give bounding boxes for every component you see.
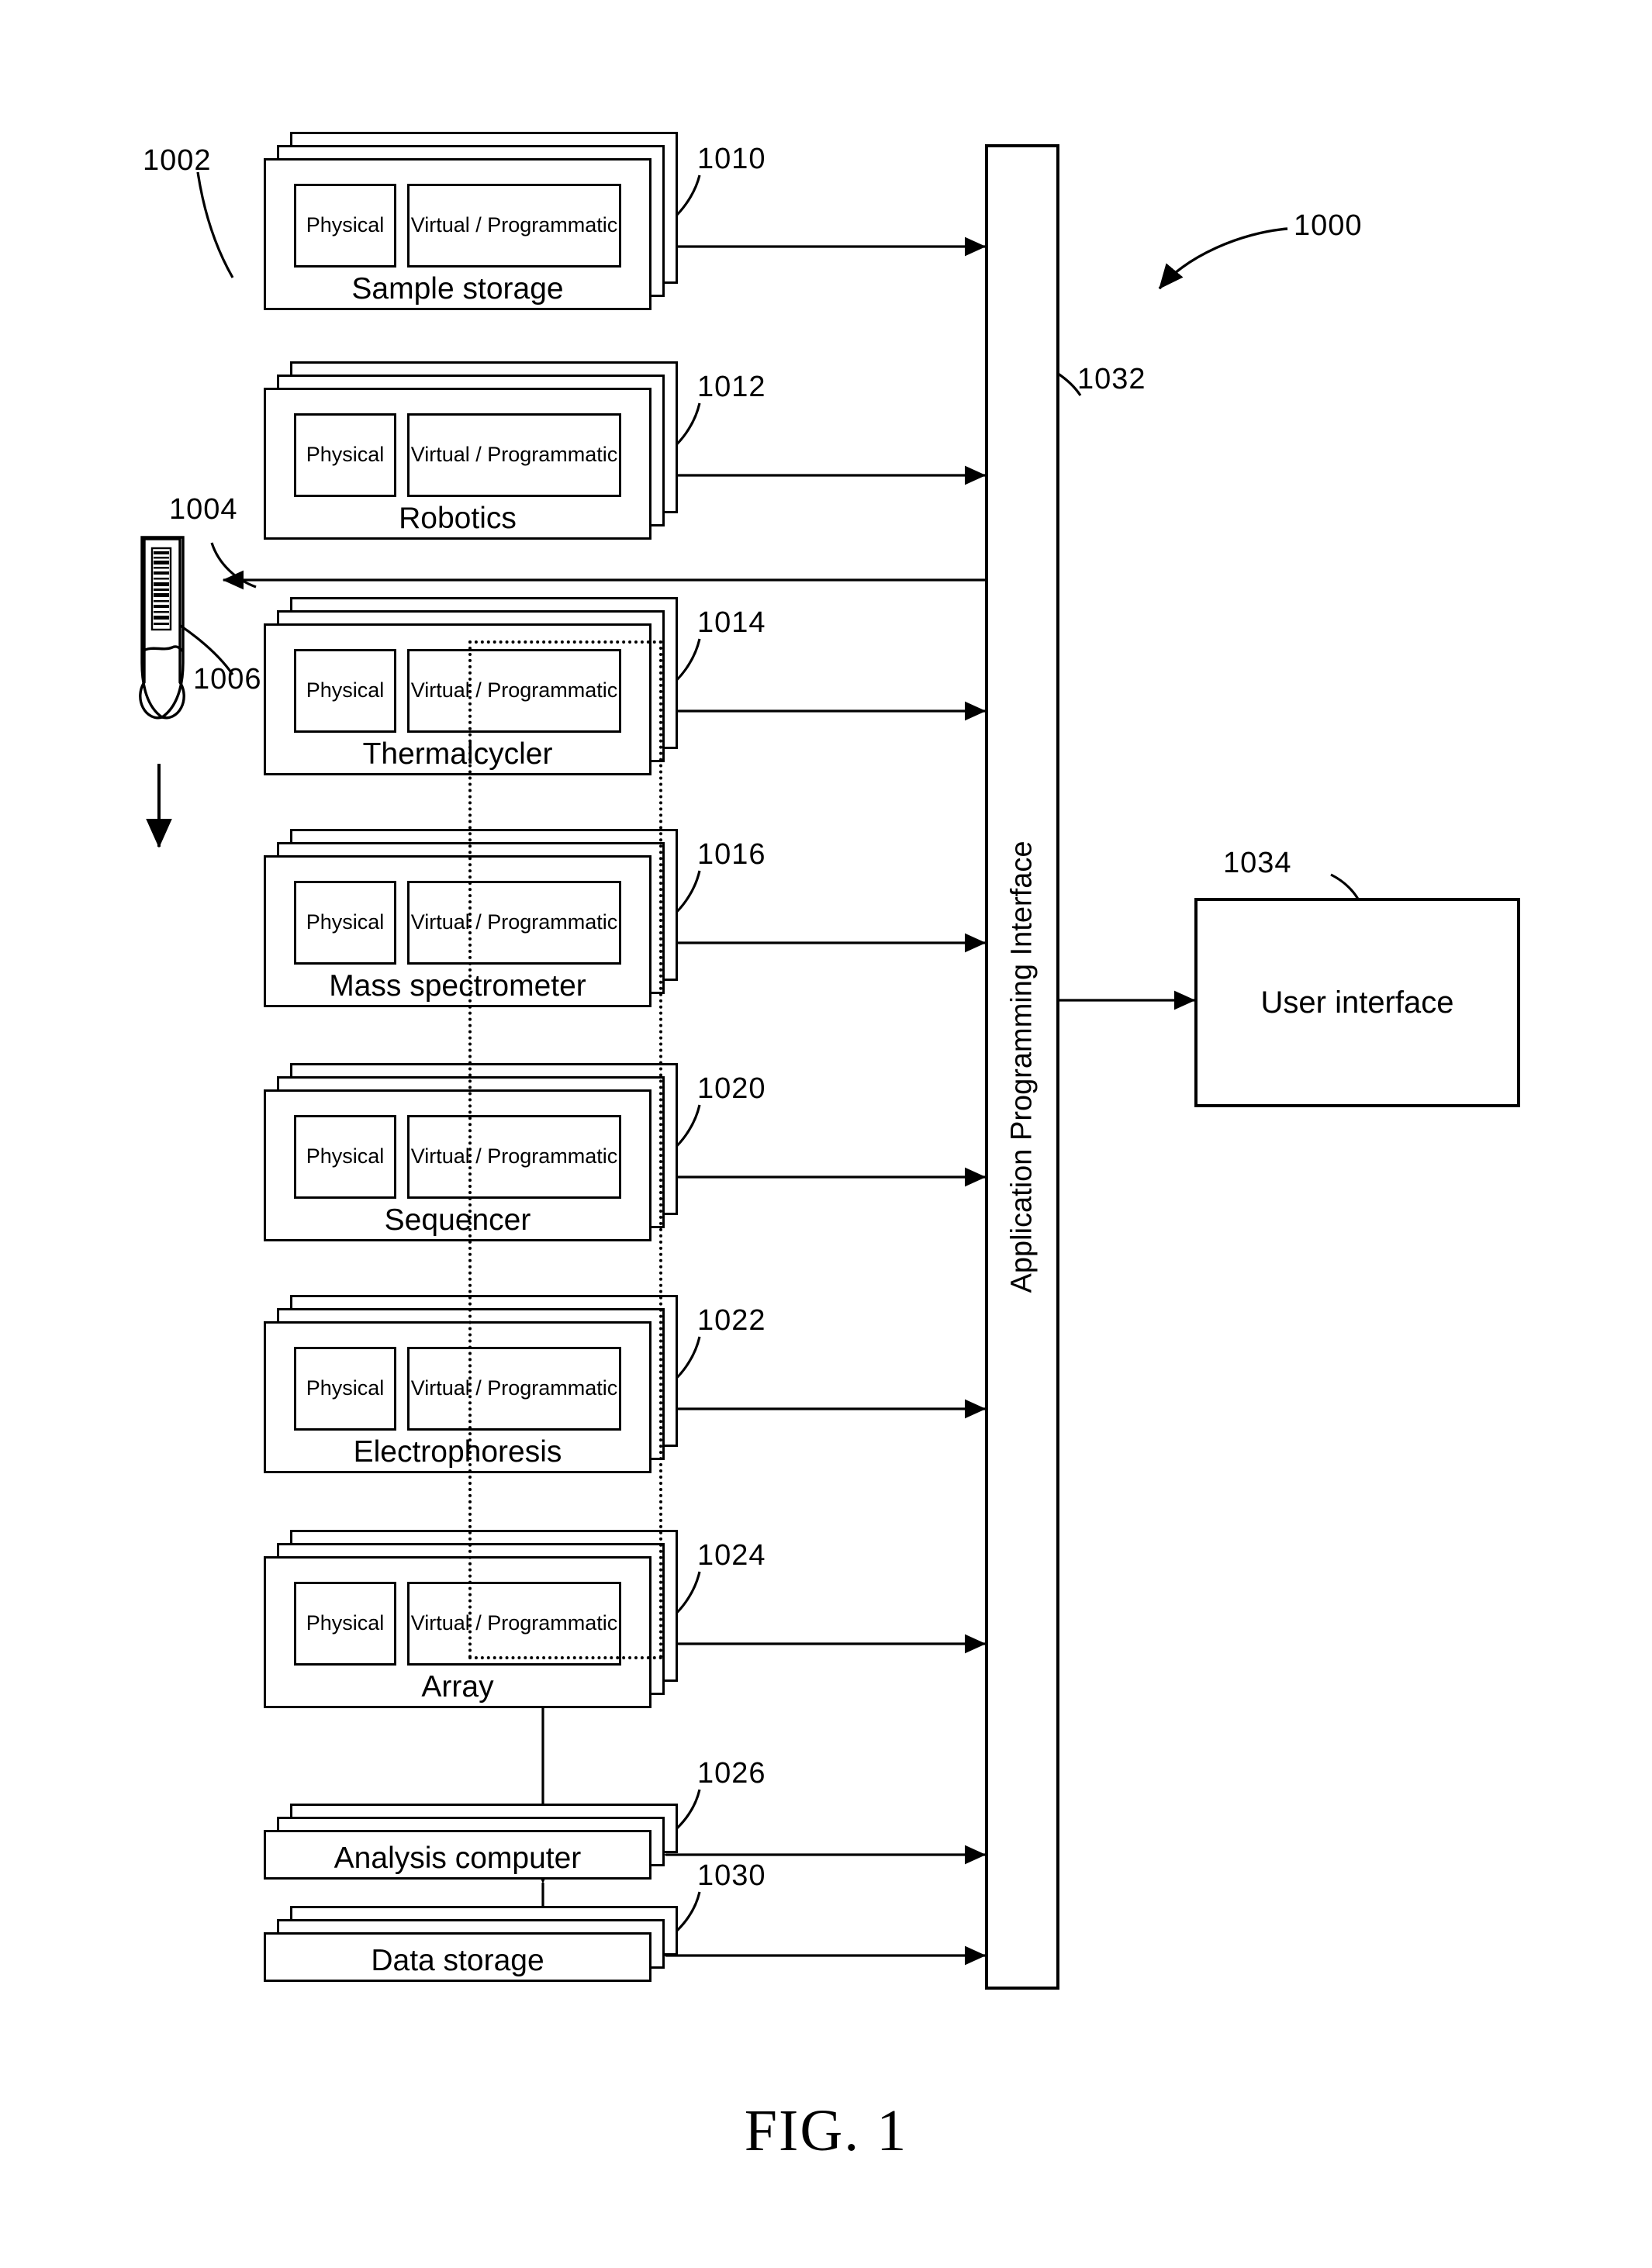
module-data-storage[interactable]: Data storage — [264, 1906, 678, 1982]
virtual-subsystem[interactable]: Virtual / Programmatic — [407, 649, 621, 733]
ref-1020: 1020 — [697, 1072, 766, 1105]
module-subsystems: Physical Virtual / Programmatic — [294, 413, 621, 497]
virtual-label: Virtual / Programmatic — [410, 1611, 618, 1635]
module-array[interactable]: Physical Virtual / Programmatic Array — [264, 1530, 678, 1708]
physical-label: Physical — [306, 443, 385, 467]
module-title: Analysis computer — [334, 1842, 582, 1875]
user-interface-label: User interface — [1260, 985, 1454, 1020]
module-card-front: Physical Virtual / Programmatic Mass spe… — [264, 855, 651, 1007]
module-subsystems: Physical Virtual / Programmatic — [294, 1347, 621, 1431]
ref-1030: 1030 — [697, 1859, 766, 1892]
physical-label: Physical — [306, 678, 385, 702]
ref-1006: 1006 — [193, 663, 262, 696]
module-thermalcycler[interactable]: Physical Virtual / Programmatic Thermalc… — [264, 597, 678, 775]
virtual-subsystem[interactable]: Virtual / Programmatic — [407, 1582, 621, 1666]
virtual-subsystem[interactable]: Virtual / Programmatic — [407, 184, 621, 268]
virtual-label: Virtual / Programmatic — [410, 678, 618, 702]
module-sequencer[interactable]: Physical Virtual / Programmatic Sequence… — [264, 1063, 678, 1241]
ref-1002: 1002 — [143, 144, 212, 177]
physical-subsystem[interactable]: Physical — [294, 1115, 396, 1199]
api-label: Application Programming Interface — [1005, 841, 1039, 1293]
virtual-label: Virtual / Programmatic — [410, 910, 618, 934]
module-card-front: Data storage — [264, 1932, 651, 1982]
module-card-front: Physical Virtual / Programmatic Electrop… — [264, 1321, 651, 1473]
module-card-front: Physical Virtual / Programmatic Robotics — [264, 388, 651, 540]
module-analysis-computer[interactable]: Analysis computer — [264, 1804, 678, 1880]
module-subsystems: Physical Virtual / Programmatic — [294, 881, 621, 965]
ref-1026: 1026 — [697, 1757, 766, 1790]
module-title: Thermalcycler — [362, 737, 553, 771]
virtual-label: Virtual / Programmatic — [410, 213, 618, 237]
connector-layer — [139, 171, 1365, 1966]
virtual-subsystem[interactable]: Virtual / Programmatic — [407, 1115, 621, 1199]
module-subsystems: Physical Virtual / Programmatic — [294, 649, 621, 733]
module-card-front: Analysis computer — [264, 1830, 651, 1880]
module-subsystems: Physical Virtual / Programmatic — [294, 1582, 621, 1666]
physical-label: Physical — [306, 910, 385, 934]
leader-1000 — [1158, 227, 1288, 290]
physical-label: Physical — [306, 1611, 385, 1635]
sample-tube-icon — [139, 537, 185, 720]
ref-1034: 1034 — [1223, 847, 1292, 879]
ref-1014: 1014 — [697, 606, 766, 639]
physical-label: Physical — [306, 1376, 385, 1400]
ref-1004: 1004 — [169, 493, 238, 526]
module-card-front: Physical Virtual / Programmatic Sequence… — [264, 1089, 651, 1241]
sample-tube-barcode-icon — [150, 547, 172, 631]
physical-subsystem[interactable]: Physical — [294, 1347, 396, 1431]
leader-1004 — [210, 542, 257, 589]
module-title: Mass spectrometer — [329, 969, 586, 1003]
sample-tube-body — [140, 536, 185, 720]
module-card-front: Physical Virtual / Programmatic Array — [264, 1556, 651, 1708]
application-programming-interface-bar[interactable]: Application Programming Interface — [985, 144, 1059, 1990]
module-subsystems: Physical Virtual / Programmatic — [294, 1115, 621, 1199]
module-mass-spectrometer[interactable]: Physical Virtual / Programmatic Mass spe… — [264, 829, 678, 1007]
leader-1002 — [196, 171, 234, 278]
module-title: Data storage — [371, 1944, 544, 1977]
figure-caption: FIG. 1 — [744, 2098, 908, 2163]
ref-1024: 1024 — [697, 1539, 766, 1572]
user-interface-box[interactable]: User interface — [1194, 898, 1520, 1107]
virtual-subsystem[interactable]: Virtual / Programmatic — [407, 413, 621, 497]
module-title: Array — [421, 1670, 494, 1704]
module-subsystems: Physical Virtual / Programmatic — [294, 184, 621, 268]
ref-1000: 1000 — [1294, 209, 1363, 242]
ref-1016: 1016 — [697, 838, 766, 871]
ref-1012: 1012 — [697, 371, 766, 403]
virtual-subsystem[interactable]: Virtual / Programmatic — [407, 1347, 621, 1431]
physical-label: Physical — [306, 213, 385, 237]
virtual-label: Virtual / Programmatic — [410, 1376, 618, 1400]
physical-subsystem[interactable]: Physical — [294, 184, 396, 268]
virtual-label: Virtual / Programmatic — [410, 443, 618, 467]
physical-subsystem[interactable]: Physical — [294, 1582, 396, 1666]
module-card-front: Physical Virtual / Programmatic Thermalc… — [264, 623, 651, 775]
virtual-subsystem[interactable]: Virtual / Programmatic — [407, 881, 621, 965]
module-electrophoresis[interactable]: Physical Virtual / Programmatic Electrop… — [264, 1295, 678, 1473]
module-title: Sample storage — [351, 272, 564, 306]
ref-1032: 1032 — [1077, 363, 1146, 395]
ref-1010: 1010 — [697, 143, 766, 175]
module-title: Sequencer — [384, 1203, 531, 1237]
virtual-label: Virtual / Programmatic — [410, 1144, 618, 1169]
figure-canvas: 1002 1004 1006 1000 1032 1034 1010 1012 … — [0, 0, 1652, 2268]
physical-label: Physical — [306, 1144, 385, 1169]
module-robotics[interactable]: Physical Virtual / Programmatic Robotics — [264, 361, 678, 540]
module-title: Robotics — [399, 502, 517, 535]
ref-1022: 1022 — [697, 1304, 766, 1337]
module-title: Electrophoresis — [353, 1435, 562, 1469]
physical-subsystem[interactable]: Physical — [294, 649, 396, 733]
module-card-front: Physical Virtual / Programmatic Sample s… — [264, 158, 651, 310]
physical-subsystem[interactable]: Physical — [294, 413, 396, 497]
physical-subsystem[interactable]: Physical — [294, 881, 396, 965]
module-sample-storage[interactable]: Physical Virtual / Programmatic Sample s… — [264, 132, 678, 310]
